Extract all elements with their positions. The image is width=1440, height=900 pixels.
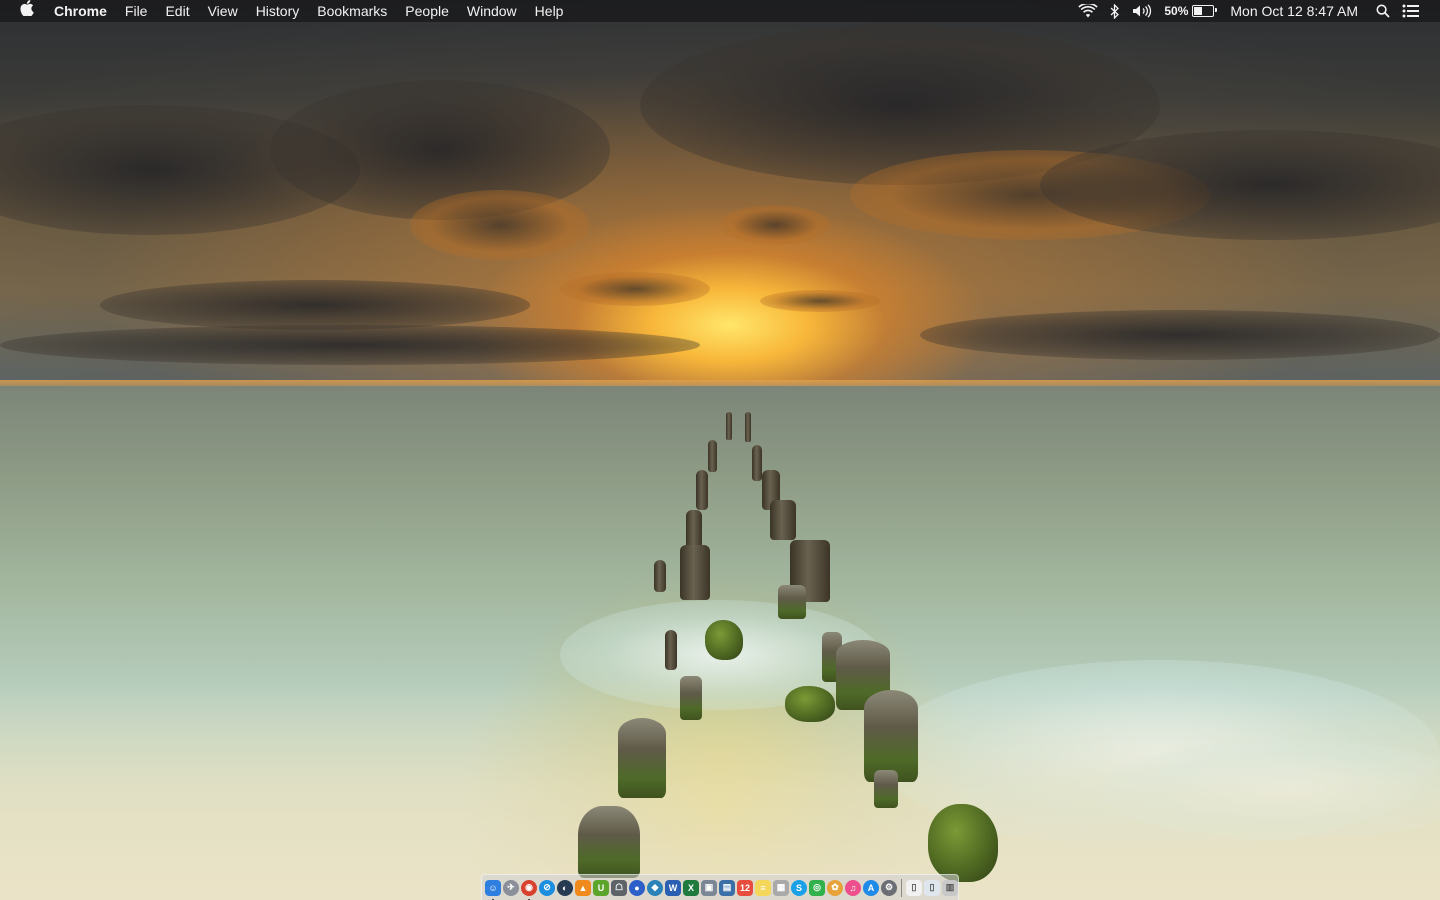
kodi-icon[interactable]: ◆ xyxy=(647,879,663,896)
upwork-icon[interactable]: U xyxy=(593,879,609,896)
menu-help[interactable]: Help xyxy=(526,0,573,22)
steam-icon[interactable]: ◐ xyxy=(557,879,573,896)
pier-post xyxy=(680,676,702,720)
downloads-folder-icon[interactable]: ▯ xyxy=(924,879,940,896)
menu-bookmarks[interactable]: Bookmarks xyxy=(308,0,396,22)
photos-icon[interactable]: ✿ xyxy=(827,879,843,896)
messages-icon[interactable]: ◎ xyxy=(809,879,825,896)
pier-post xyxy=(726,412,732,440)
pier-post xyxy=(770,500,796,540)
pier-post xyxy=(752,445,762,481)
launchpad-icon[interactable]: ✈ xyxy=(503,879,519,896)
vlc-icon[interactable]: ▲ xyxy=(575,879,591,896)
trash-icon[interactable]: ▥ xyxy=(942,879,958,896)
excel-icon[interactable]: X xyxy=(683,879,699,896)
mossy-rock xyxy=(928,804,998,882)
pier-post xyxy=(874,770,898,808)
cloud xyxy=(0,325,700,365)
photos-app-icon[interactable]: ▤ xyxy=(719,879,735,896)
battery-status[interactable]: 50% xyxy=(1158,0,1220,22)
cloud xyxy=(100,280,530,330)
menu-people[interactable]: People xyxy=(396,0,458,22)
pier-post xyxy=(864,690,918,782)
wifi-icon[interactable] xyxy=(1072,4,1104,18)
preview-icon[interactable]: ▣ xyxy=(701,879,717,896)
menu-bar-left: Chrome File Edit View History Bookmarks … xyxy=(0,0,572,22)
battery-level-fill xyxy=(1194,7,1203,15)
menu-window[interactable]: Window xyxy=(458,0,526,22)
pier-post xyxy=(665,630,677,670)
volume-icon[interactable] xyxy=(1126,4,1158,18)
app-store-icon[interactable]: A xyxy=(863,879,879,896)
mossy-rock xyxy=(705,620,743,660)
menu-edit[interactable]: Edit xyxy=(156,0,198,22)
word-icon[interactable]: W xyxy=(665,879,681,896)
bluetooth-icon[interactable] xyxy=(1104,3,1126,19)
notes-icon[interactable]: ≡ xyxy=(755,879,771,896)
pier-post xyxy=(578,806,640,878)
pier-post xyxy=(696,470,708,510)
menu-bar: Chrome File Edit View History Bookmarks … xyxy=(0,0,1440,22)
document-icon[interactable]: ▯ xyxy=(906,879,922,896)
browser-icon[interactable]: ● xyxy=(629,879,645,896)
calendar-icon[interactable]: 12 xyxy=(737,879,753,896)
spotlight-icon[interactable] xyxy=(1370,4,1396,18)
desktop: Chrome File Edit View History Bookmarks … xyxy=(0,0,1440,900)
skype-icon[interactable]: S xyxy=(791,879,807,896)
cloud xyxy=(720,205,830,245)
pier-post xyxy=(680,545,710,600)
pier-post xyxy=(654,560,666,592)
menu-clock[interactable]: Mon Oct 12 8:47 AM xyxy=(1220,0,1370,22)
system-preferences-icon[interactable]: ⚙ xyxy=(881,879,897,896)
cloud xyxy=(760,290,880,312)
files-icon[interactable]: ▦ xyxy=(773,879,789,896)
menu-bar-status: 50% Mon Oct 12 8:47 AM xyxy=(1072,0,1440,22)
menu-view[interactable]: View xyxy=(199,0,247,22)
notification-center-icon[interactable] xyxy=(1396,4,1426,18)
menu-file[interactable]: File xyxy=(116,0,157,22)
finder-icon[interactable]: ☺ xyxy=(485,879,501,900)
pier-post xyxy=(708,440,717,472)
cloud xyxy=(560,272,710,306)
wallpaper-shore xyxy=(0,680,1440,900)
pier-post xyxy=(745,412,751,442)
dock: ☺ ✈ ◉ ⊘ ◐ ▲ U ☖ ● ◆ W X ▣ ▤ 12 ≡ ▦ S ◎ ✿ ♫ A ⚙ ▯ ▯ ▥ xyxy=(481,874,959,900)
chrome-icon[interactable]: ◉ xyxy=(521,879,537,900)
menu-history[interactable]: History xyxy=(247,0,309,22)
cloud xyxy=(410,190,590,260)
safari-icon[interactable]: ⊘ xyxy=(539,879,555,896)
menu-app-name[interactable]: Chrome xyxy=(54,0,116,22)
dock-separator xyxy=(901,878,902,897)
battery-percent: 50% xyxy=(1164,4,1189,18)
battery-icon xyxy=(1192,5,1218,17)
itunes-icon[interactable]: ♫ xyxy=(845,879,861,896)
apple-icon[interactable] xyxy=(0,0,54,23)
mossy-rock xyxy=(785,686,835,722)
cloud xyxy=(920,310,1440,360)
pier-post xyxy=(618,718,666,798)
automator-icon[interactable]: ☖ xyxy=(611,879,627,896)
pier-post xyxy=(778,585,806,619)
